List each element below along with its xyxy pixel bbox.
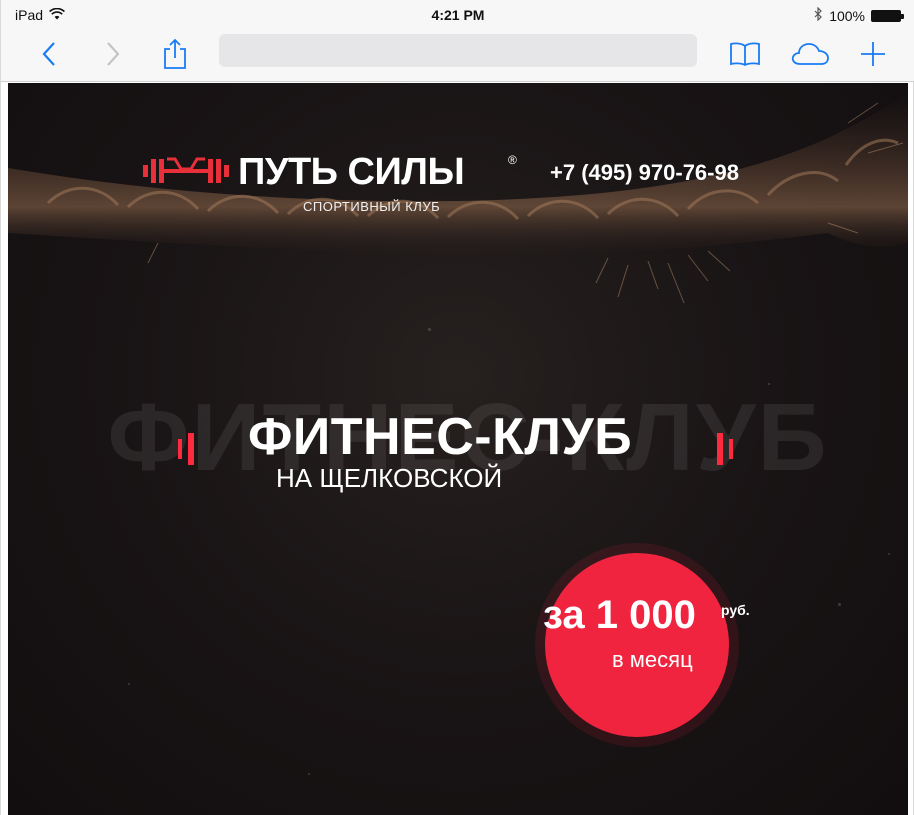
dust-speck — [838, 603, 841, 606]
dust-speck — [888, 553, 890, 555]
status-time: 4:21 PM — [431, 7, 485, 23]
cloud-tabs-button[interactable] — [789, 38, 831, 70]
dust-speck — [308, 773, 310, 775]
forward-icon — [107, 42, 120, 66]
registered-mark: ® — [508, 153, 517, 167]
status-right: 100% — [814, 6, 904, 24]
battery-icon — [871, 9, 904, 22]
cloud-tabs-icon — [791, 43, 829, 65]
left-bracket-icon — [178, 433, 194, 465]
web-page: ПУТЬ СИЛЫ ® СПОРТИВНЫЙ КЛУБ +7 (495) 970… — [8, 83, 908, 815]
bluetooth-icon — [814, 6, 823, 24]
dumbbell-icon — [143, 157, 229, 183]
dust-speck — [768, 383, 770, 385]
logo-subtitle: СПОРТИВНЫЙ КЛУБ — [303, 199, 441, 214]
price-currency: руб. — [721, 602, 750, 618]
price-amount: за 1 000 — [543, 593, 696, 637]
site-logo[interactable]: ПУТЬ СИЛЫ ® СПОРТИВНЫЙ КЛУБ — [143, 151, 523, 221]
back-icon — [42, 42, 55, 66]
right-bracket-icon — [717, 433, 733, 465]
back-button[interactable] — [31, 38, 67, 70]
price-badge[interactable] — [545, 553, 729, 737]
hero-title: ФИТНЕС-КЛУБ — [248, 408, 633, 466]
ipad-screen: iPad 4:21 PM 100% ПУТЬ СИЛЫ ® СПОРТИВНЫЙ… — [0, 0, 914, 815]
address-bar[interactable] — [219, 34, 697, 67]
share-icon — [164, 38, 186, 69]
forward-button[interactable] — [95, 38, 131, 70]
logo-name: ПУТЬ СИЛЫ — [238, 151, 465, 193]
browser-toolbar — [1, 28, 914, 82]
new-tab-icon — [861, 42, 885, 66]
bookmarks-button[interactable] — [727, 38, 763, 70]
hero-subtitle: НА ЩЕЛКОВСКОЙ — [276, 463, 503, 493]
phone-link[interactable]: +7 (495) 970-76-98 — [550, 160, 739, 186]
battery-percent: 100% — [829, 7, 865, 24]
dust-speck — [428, 328, 431, 331]
new-tab-button[interactable] — [855, 38, 891, 70]
dust-speck — [128, 683, 130, 685]
price-period: в месяц — [612, 647, 693, 672]
status-bar: iPad 4:21 PM 100% — [1, 0, 914, 28]
share-button[interactable] — [157, 38, 193, 70]
bookmarks-icon — [730, 42, 760, 67]
